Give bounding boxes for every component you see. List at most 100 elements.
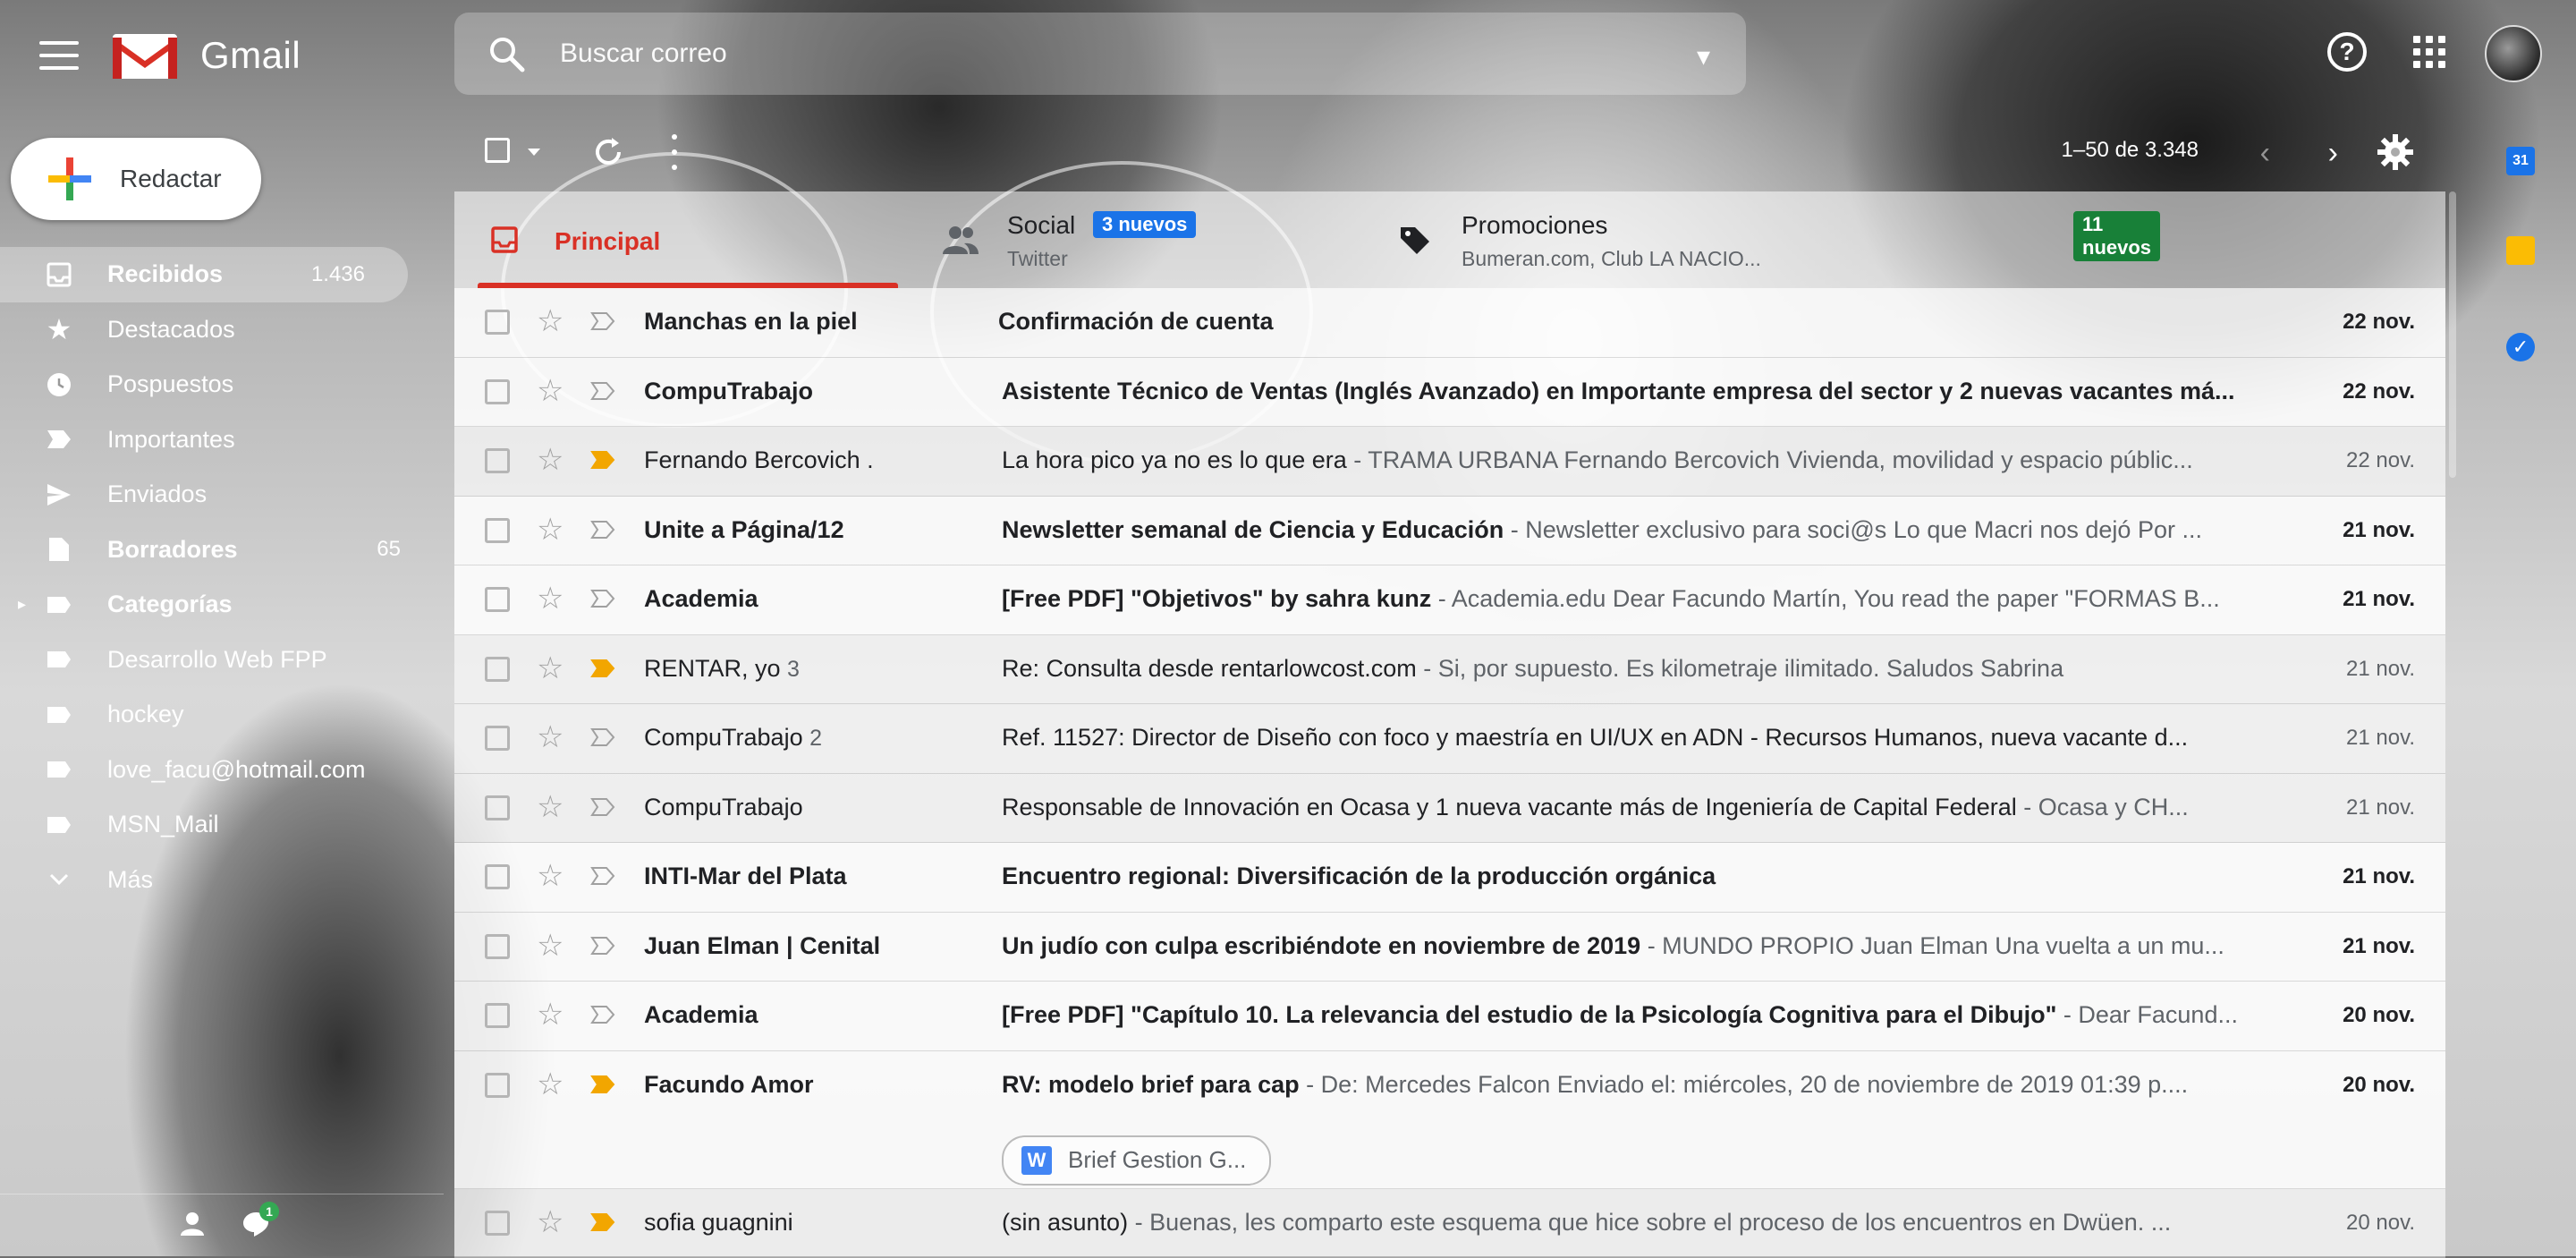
search-input[interactable] (558, 38, 1635, 70)
table-row[interactable]: ☆INTI-Mar del Plata Encuentro regional: … (454, 843, 2445, 913)
sidebar-item-starred[interactable]: ★ Destacados (0, 302, 444, 358)
important-marker-icon[interactable] (590, 659, 615, 678)
row-checkbox[interactable] (485, 587, 510, 612)
sidebar-item-important[interactable]: Importantes (0, 412, 444, 468)
star-toggle-icon[interactable]: ☆ (537, 653, 564, 684)
row-checkbox[interactable] (485, 795, 510, 820)
sidebar-item-label-hotmail[interactable]: love_facu@hotmail.com (0, 743, 444, 798)
star-toggle-icon[interactable]: ☆ (537, 445, 564, 475)
important-marker-icon[interactable] (590, 727, 615, 747)
expand-arrow-icon[interactable]: ▸ (18, 595, 26, 614)
keep-icon[interactable] (2506, 236, 2535, 265)
sidebar-item-snoozed[interactable]: Pospuestos (0, 357, 444, 412)
row-checkbox[interactable] (485, 726, 510, 751)
refresh-icon[interactable] (590, 134, 626, 170)
tasks-icon[interactable]: ✓ (2506, 333, 2535, 361)
gmail-logo[interactable]: Gmail (111, 29, 301, 82)
sidebar-item-more[interactable]: Más (0, 853, 444, 908)
email-subject: Confirmación de cuenta (998, 308, 1274, 335)
important-marker-icon[interactable] (590, 381, 615, 401)
table-row[interactable]: ☆Academia [Free PDF] "Objetivos" by sahr… (454, 565, 2445, 635)
row-checkbox[interactable] (485, 448, 510, 473)
next-page-icon[interactable]: › (2328, 136, 2338, 171)
table-row[interactable]: ☆ Juan Elman | Cenital Un judío con culpa… (454, 913, 2445, 982)
table-row[interactable]: ☆Fernando Bercovich . La hora pico ya no… (454, 427, 2445, 497)
sidebar-item-drafts[interactable]: Borradores 65 (0, 523, 444, 578)
apps-grid-icon[interactable] (2413, 36, 2445, 68)
important-marker-icon[interactable] (590, 520, 615, 540)
star-toggle-icon[interactable]: ☆ (537, 931, 564, 961)
row-checkbox[interactable] (485, 1073, 510, 1098)
table-row[interactable]: ☆sofia guagnini (sin asunto) - Buenas, l… (454, 1189, 2445, 1258)
calendar-icon[interactable]: 31 (2506, 147, 2535, 175)
search-options-icon[interactable]: ▾ (1697, 41, 1710, 72)
important-marker-icon[interactable] (590, 311, 615, 331)
previous-page-icon[interactable]: ‹ (2260, 136, 2270, 171)
sidebar-item-label: love_facu@hotmail.com (107, 756, 444, 784)
row-checkbox[interactable] (485, 518, 510, 543)
row-checkbox[interactable] (485, 657, 510, 682)
table-row[interactable]: ☆CompuTrabajo Responsable de Innovación … (454, 774, 2445, 844)
attachment-chip[interactable]: WBrief Gestion G... (1002, 1135, 1271, 1186)
star-toggle-icon[interactable]: ☆ (537, 583, 564, 614)
star-toggle-icon[interactable]: ☆ (537, 722, 564, 752)
email-subject: Encuentro regional: Diversificación de l… (1002, 863, 1716, 889)
sidebar-item-sent[interactable]: Enviados (0, 467, 444, 523)
tab-principal[interactable]: Principal (469, 191, 898, 288)
table-row[interactable]: ☆CompuTrabajo 2Ref. 11527: Director de D… (454, 704, 2445, 774)
email-sender: Juan Elman | Cenital (644, 932, 880, 960)
important-marker-icon[interactable] (590, 866, 615, 886)
search-icon[interactable] (487, 34, 526, 73)
important-marker-icon[interactable] (590, 936, 615, 956)
star-toggle-icon[interactable]: ☆ (537, 376, 564, 406)
row-checkbox[interactable] (485, 1211, 510, 1236)
important-marker-icon[interactable] (590, 1075, 615, 1094)
sidebar-item-label-hockey[interactable]: hockey (0, 687, 444, 743)
mail-list-scrollbar[interactable] (2449, 191, 2456, 478)
important-marker-icon[interactable] (590, 797, 615, 817)
compose-button[interactable]: Redactar (11, 138, 261, 220)
main-menu-button[interactable] (38, 38, 80, 73)
email-sender: CompuTrabajo 2 (644, 724, 822, 752)
person-icon[interactable] (179, 1211, 206, 1237)
tab-promociones[interactable]: Promociones 11 nuevos Bumeran.com, Club … (1381, 191, 1810, 288)
row-checkbox[interactable] (485, 1003, 510, 1028)
sidebar-item-inbox[interactable]: Recibidos 1.436 (0, 247, 408, 302)
email-sender: Facundo Amor (644, 1071, 814, 1099)
email-content: Un judío con culpa escribiéndote en novi… (1002, 932, 2254, 960)
sidebar-item-label-msn[interactable]: MSN_Mail (0, 797, 444, 853)
star-toggle-icon[interactable]: ☆ (537, 1207, 564, 1237)
star-toggle-icon[interactable]: ☆ (537, 999, 564, 1030)
select-all-checkbox[interactable] (485, 138, 510, 163)
search-bar[interactable]: ▾ (454, 13, 1746, 95)
select-menu-caret-icon[interactable] (528, 149, 540, 156)
email-subject: Newsletter semanal de Ciencia y Educació… (1002, 516, 1504, 543)
important-marker-icon[interactable] (590, 450, 615, 470)
table-row[interactable]: ☆Facundo Amor RV: modelo brief para cap … (454, 1051, 2445, 1189)
sidebar-item-label-desarrollo[interactable]: Desarrollo Web FPP (0, 633, 444, 688)
row-checkbox[interactable] (485, 379, 510, 404)
row-checkbox[interactable] (485, 310, 510, 335)
settings-gear-icon[interactable] (2376, 132, 2415, 172)
table-row[interactable]: ☆Academia [Free PDF] "Capítulo 10. La re… (454, 982, 2445, 1051)
row-checkbox[interactable] (485, 864, 510, 889)
table-row[interactable]: ☆Manchas en la piel Confirmación de cuen… (454, 288, 2445, 358)
email-content: La hora pico ya no es lo que era - TRAMA… (1002, 446, 2254, 474)
star-toggle-icon[interactable]: ☆ (537, 792, 564, 822)
table-row[interactable]: ☆CompuTrabajo Asistente Técnico de Venta… (454, 358, 2445, 428)
help-icon[interactable]: ? (2327, 32, 2367, 72)
table-row[interactable]: ☆RENTAR, yo 3Re: Consulta desde rentarlo… (454, 635, 2445, 705)
important-marker-icon[interactable] (590, 589, 615, 608)
table-row[interactable]: ☆Unite a Página/12 Newsletter semanal de… (454, 497, 2445, 566)
star-toggle-icon[interactable]: ☆ (537, 306, 564, 336)
row-checkbox[interactable] (485, 934, 510, 959)
important-marker-icon[interactable] (590, 1212, 615, 1232)
more-options-icon[interactable] (669, 134, 680, 170)
sidebar-item-categories[interactable]: ▸ Categorías (0, 577, 444, 633)
tab-social[interactable]: Social 3 nuevos Twitter (927, 191, 1356, 288)
star-toggle-icon[interactable]: ☆ (537, 1069, 564, 1100)
star-toggle-icon[interactable]: ☆ (537, 861, 564, 891)
important-marker-icon[interactable] (590, 1005, 615, 1024)
star-toggle-icon[interactable]: ☆ (537, 514, 564, 545)
account-avatar[interactable] (2485, 25, 2542, 82)
